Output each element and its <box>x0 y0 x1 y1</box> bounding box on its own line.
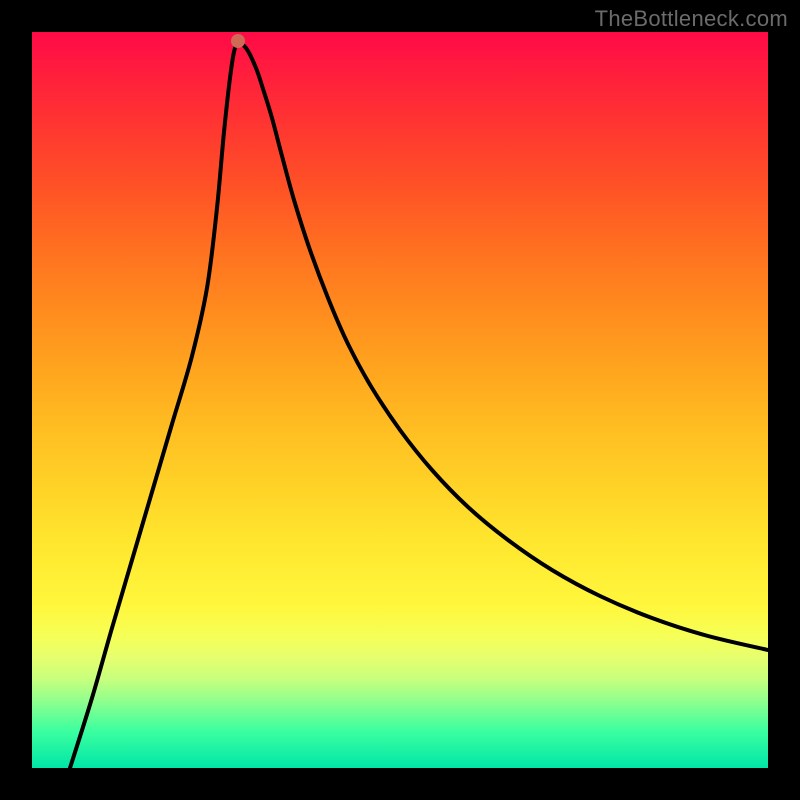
watermark-text: TheBottleneck.com <box>595 6 788 32</box>
min-marker <box>231 34 245 48</box>
plot-area <box>32 32 768 768</box>
chart-svg <box>32 32 768 768</box>
bottleneck-curve <box>70 44 768 768</box>
chart-frame: TheBottleneck.com <box>0 0 800 800</box>
